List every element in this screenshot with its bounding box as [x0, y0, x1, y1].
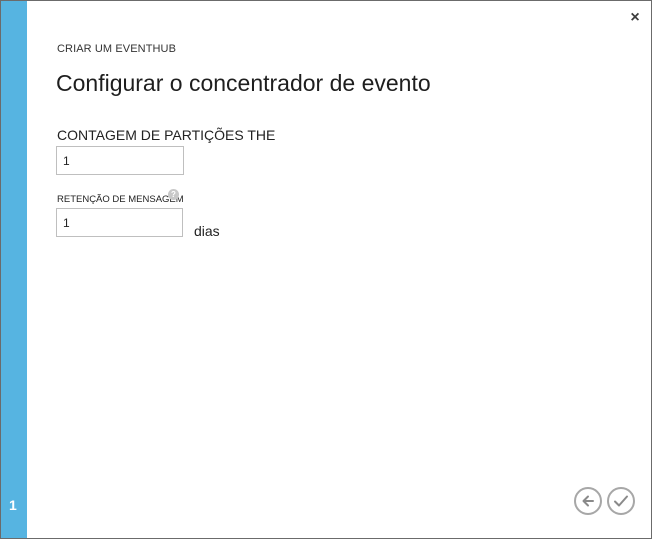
retention-unit-label: dias: [194, 223, 220, 239]
checkmark-icon: [614, 495, 628, 507]
partition-count-input[interactable]: [56, 146, 184, 175]
back-button[interactable]: [574, 487, 602, 515]
dialog-subtitle: CRIAR UM EVENTHUB: [57, 43, 177, 55]
close-button[interactable]: ×: [628, 9, 642, 26]
page-title: Configurar o concentrador de evento: [56, 70, 431, 96]
help-icon[interactable]: ?: [168, 189, 179, 200]
close-icon: ×: [630, 9, 640, 26]
create-eventhub-dialog: 1 × CRIAR UM EVENTHUB Configurar o conce…: [0, 0, 652, 539]
message-retention-label: RETENÇÃO DE MENSAGEM: [57, 194, 184, 205]
wizard-step-sidebar: 1: [1, 1, 27, 538]
confirm-button[interactable]: [607, 487, 635, 515]
partition-count-label: CONTAGEM DE PARTIÇÕES THE: [57, 127, 276, 143]
message-retention-input[interactable]: [56, 208, 183, 237]
step-number: 1: [9, 497, 17, 513]
arrow-left-icon: [582, 495, 594, 507]
